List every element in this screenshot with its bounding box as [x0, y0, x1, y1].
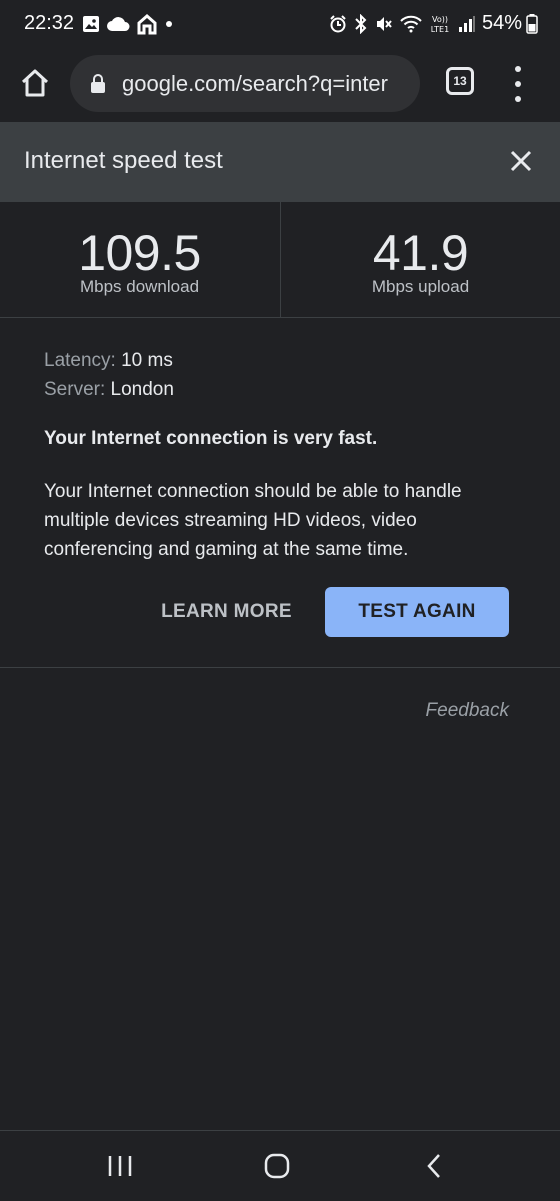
home-button[interactable] — [18, 66, 52, 100]
url-text[interactable]: google.com/search?q=inter — [122, 71, 388, 97]
status-time: 22:32 — [24, 12, 75, 34]
upload-value: 41.9 — [372, 225, 469, 281]
speed-test-header: Internet speed test — [0, 122, 560, 202]
system-nav-bar — [0, 1130, 560, 1201]
status-bar: 22:32 Vo)) LTE1 54% — [0, 0, 560, 48]
recent-apps-icon — [108, 1156, 132, 1176]
close-icon — [510, 150, 532, 172]
address-bar[interactable]: google.com/search?q=inter — [70, 55, 420, 112]
battery-percent: 54% — [481, 12, 522, 34]
summary-body: Your Internet connection should be able … — [44, 481, 462, 560]
svg-text:Vo)): Vo)) — [432, 15, 448, 24]
test-again-button[interactable]: TEST AGAIN — [325, 587, 509, 637]
close-button[interactable] — [506, 146, 536, 176]
home-nav-button[interactable] — [257, 1151, 297, 1181]
latency-label: Latency: — [44, 350, 116, 371]
gallery-icon — [83, 16, 99, 32]
upload-result: 41.9 Mbps upload — [281, 202, 560, 317]
menu-dot-icon — [515, 81, 521, 87]
results-divider — [0, 317, 560, 318]
home-status-icon — [137, 14, 157, 35]
download-unit: Mbps download — [79, 277, 200, 296]
home-icon — [21, 69, 49, 97]
back-button[interactable] — [414, 1151, 454, 1181]
recent-apps-button[interactable] — [100, 1151, 140, 1181]
download-result: 109.5 Mbps download — [0, 202, 279, 317]
back-icon — [427, 1154, 440, 1178]
learn-more-button[interactable]: LEARN MORE — [150, 588, 303, 636]
section-divider — [0, 667, 560, 668]
feedback-link[interactable]: Feedback — [426, 700, 509, 722]
tab-switcher-button[interactable]: 13 — [446, 67, 474, 95]
cloud-icon — [107, 17, 130, 31]
alarm-icon — [330, 15, 346, 33]
volte-icon: Vo))LTE1 — [431, 15, 449, 34]
lock-icon — [91, 74, 105, 93]
browser-toolbar: google.com/search?q=inter 13 — [0, 48, 560, 120]
svg-text:LTE1: LTE1 — [431, 25, 449, 34]
menu-button[interactable] — [506, 66, 530, 102]
wifi-icon — [400, 15, 422, 33]
menu-dot-icon — [515, 96, 521, 102]
latency-row: Latency: 10 ms — [44, 350, 173, 372]
signal-icon — [459, 16, 475, 32]
upload-unit: Mbps upload — [371, 277, 470, 296]
summary-heading: Your Internet connection is very fast. — [44, 428, 378, 449]
download-value: 109.5 — [78, 225, 201, 281]
bluetooth-icon — [355, 14, 367, 34]
speed-test-title: Internet speed test — [24, 147, 223, 174]
server-row: Server: London — [44, 379, 174, 401]
battery-icon — [526, 14, 538, 34]
home-circle-icon — [264, 1153, 290, 1179]
dot-icon — [166, 21, 172, 27]
menu-dot-icon — [515, 66, 521, 72]
mute-icon — [377, 17, 392, 31]
server-value: London — [110, 379, 174, 400]
latency-value: 10 ms — [121, 350, 173, 371]
server-label: Server: — [44, 379, 106, 400]
